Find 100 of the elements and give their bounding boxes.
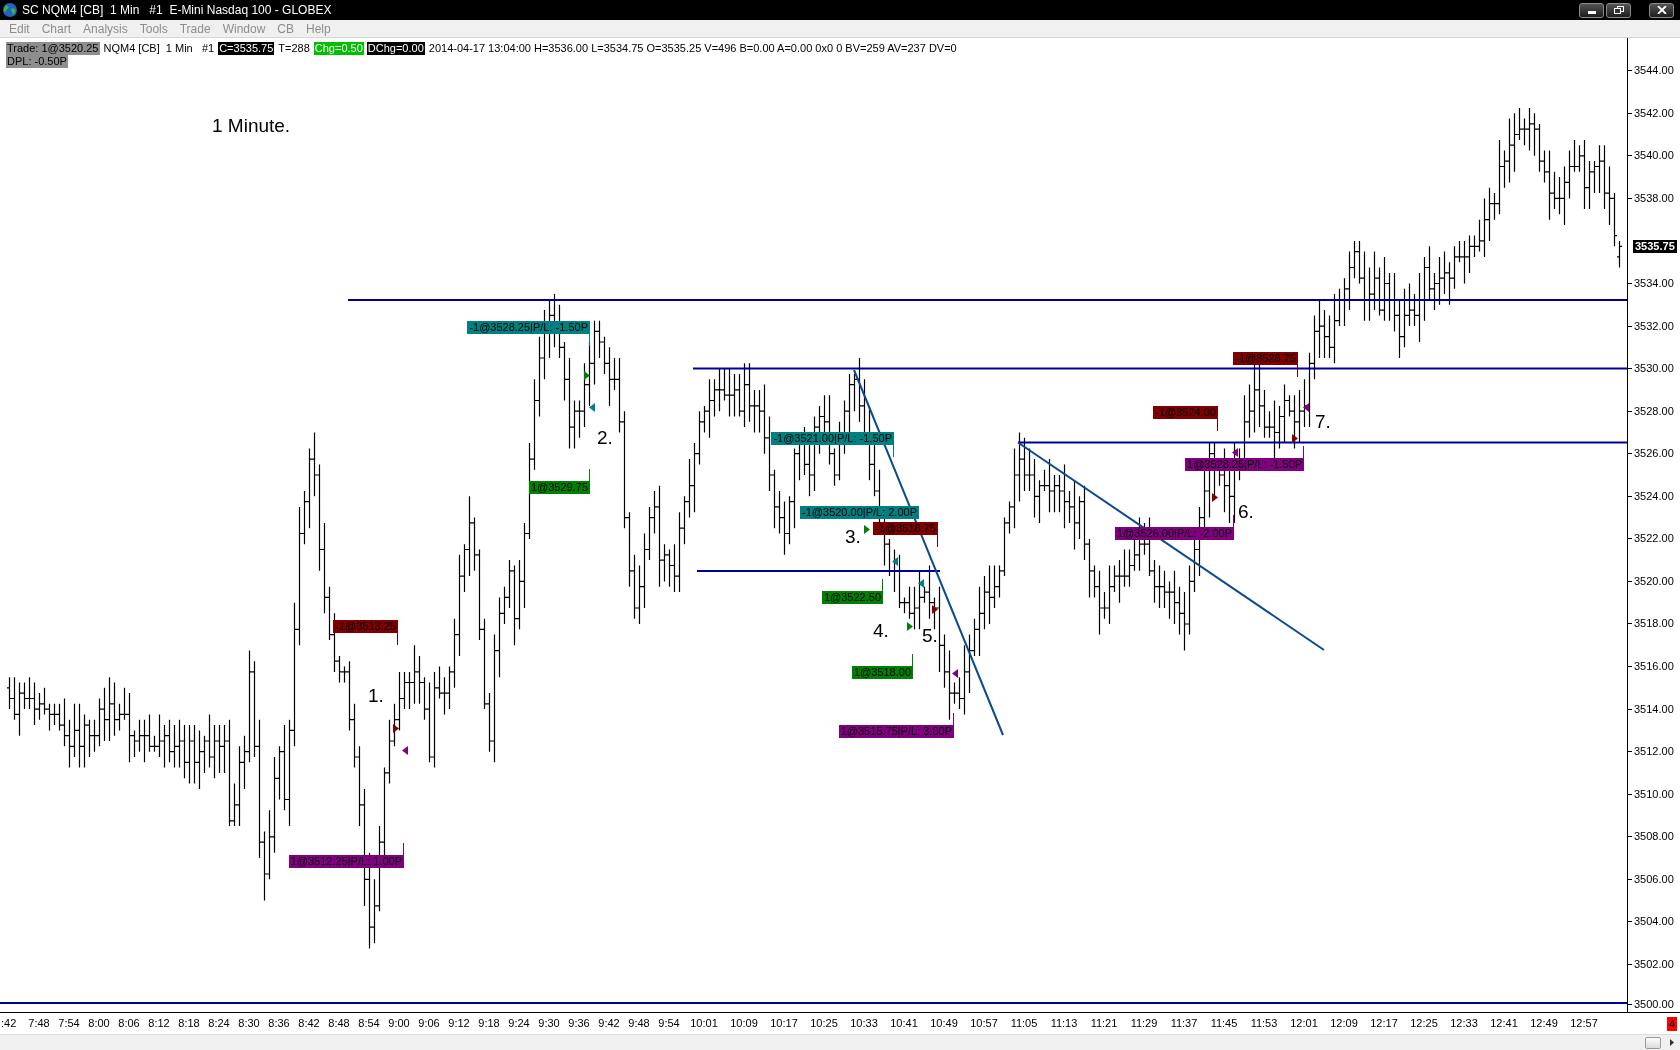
time-axis-label: 8:24	[208, 1017, 230, 1030]
close-icon	[1656, 6, 1667, 14]
price-axis-label: 3530.00	[1628, 362, 1674, 376]
step-number: 4.	[873, 620, 889, 642]
price-axis-label: 3516.00	[1628, 660, 1674, 674]
price-axis-label: 3542.00	[1628, 106, 1674, 120]
time-axis-label: 12:17	[1370, 1017, 1398, 1030]
price-axis-label: 3526.00	[1628, 447, 1674, 461]
quote-info-tag: DChg=0.00	[366, 42, 425, 55]
trade-label: -1@3528.25|P/L: -1.50P	[467, 321, 590, 334]
time-axis-label: 11:53	[1250, 1017, 1278, 1030]
time-axis-label: 9:36	[568, 1017, 590, 1030]
minimize-button[interactable]	[1579, 2, 1604, 18]
trade-label: -1@3521.00|P/L: -1.50P	[771, 432, 894, 445]
price-axis-label: 3544.00	[1628, 64, 1674, 78]
price-axis-label: 3518.00	[1628, 617, 1674, 631]
globe-icon	[3, 3, 17, 17]
time-axis-label: 11:37	[1170, 1017, 1198, 1030]
trade-label: -1@3520.00|P/L: 2.00P	[800, 506, 919, 519]
price-axis-label: 3540.00	[1628, 149, 1674, 163]
step-number: 6.	[1238, 501, 1254, 523]
right-arrow-icon	[1670, 1039, 1674, 1046]
time-axis-label: 12:33	[1450, 1017, 1478, 1030]
price-axis-label: 3512.00	[1628, 745, 1674, 759]
time-axis-label: 9:48	[628, 1017, 650, 1030]
price-axis-label: 3506.00	[1628, 872, 1674, 886]
price-axis-label: 3504.00	[1628, 915, 1674, 929]
price-axis-label: 3524.00	[1628, 489, 1674, 503]
time-axis-label: 11:21	[1090, 1017, 1118, 1030]
time-axis-label: :42	[1, 1017, 17, 1030]
time-axis-label: 8:12	[148, 1017, 170, 1030]
time-axis-label: 9:12	[448, 1017, 470, 1030]
price-axis-label: 3514.00	[1628, 702, 1674, 716]
current-price-tag: 3535.75	[1633, 239, 1677, 253]
time-axis-label: 7:54	[58, 1017, 80, 1030]
time-axis-label: 12:01	[1290, 1017, 1318, 1030]
quote-info-tag: DPL: -0.50P	[6, 55, 68, 68]
trade-label: 1@3518.00	[851, 666, 913, 679]
time-axis-label: 8:42	[298, 1017, 320, 1030]
time-axis-label: 11:13	[1050, 1017, 1078, 1030]
trade-label: -1@3524.00	[1153, 406, 1218, 419]
price-axis-label: 3528.00	[1628, 404, 1674, 418]
quote-info-tag: C=3535.75	[218, 42, 275, 55]
trade-label: 1@3529.75	[528, 481, 590, 494]
time-axis-label: 12:41	[1490, 1017, 1518, 1030]
time-axis-label: 8:06	[118, 1017, 140, 1030]
time-axis-label: 12:25	[1410, 1017, 1438, 1030]
trade-label: 1@3515.75|P/L: 3.00P	[838, 725, 954, 738]
time-axis-label: 8:36	[268, 1017, 290, 1030]
time-axis-label: 9:54	[658, 1017, 680, 1030]
time-axis-label: 8:48	[328, 1017, 350, 1030]
step-number: 1.	[368, 685, 384, 707]
trade-label: -1@3518.75	[873, 522, 938, 535]
time-axis-label: 8:30	[238, 1017, 260, 1030]
restore-button[interactable]	[1606, 2, 1631, 18]
time-axis-label: 8:54	[358, 1017, 380, 1030]
time-axis-label: 12:57	[1570, 1017, 1598, 1030]
trade-label: -1@3513.25	[333, 620, 398, 633]
price-axis-label: 3500.00	[1628, 998, 1674, 1011]
time-axis-label: 10:09	[730, 1017, 758, 1030]
close-button[interactable]	[1649, 2, 1674, 18]
time-axis-label: 9:24	[508, 1017, 530, 1030]
step-number: 7.	[1315, 411, 1331, 433]
quote-info-text: T=288	[277, 42, 311, 55]
alert-count: 4	[1666, 1016, 1677, 1031]
price-axis-label: 3508.00	[1628, 830, 1674, 844]
price-axis-label: 3522.00	[1628, 532, 1674, 546]
trade-label: 1@3512.25|P/L: 1.00P	[288, 855, 404, 868]
quote-info-text: NQM4 [CB] 1 Min #1	[102, 42, 216, 55]
step-number: 2.	[597, 427, 613, 449]
time-axis-label: 9:00	[388, 1017, 410, 1030]
time-axis-label: 8:18	[178, 1017, 200, 1030]
time-axis-label: 9:30	[538, 1017, 560, 1030]
time-axis-label: 8:00	[88, 1017, 110, 1030]
time-axis-label: 10:01	[690, 1017, 718, 1030]
time-axis-label: 10:33	[850, 1017, 878, 1030]
price-axis-label: 3538.00	[1628, 191, 1674, 205]
price-axis-label: 3534.00	[1628, 277, 1674, 290]
trade-label: 1@3522.50	[821, 591, 883, 604]
time-axis-label: 11:05	[1010, 1017, 1038, 1030]
time-axis-label: 9:06	[418, 1017, 440, 1030]
quote-info-text: 2014-04-17 13:04:00 H=3536.00 L=3534.75 O=3535.25 V=496 B=0.00 A=0.00 0x0 0 BV=259 AV=237 DV=0	[427, 42, 958, 55]
price-axis-label: 3532.00	[1628, 319, 1674, 333]
quote-info-tag: Trade: 1@3520.25	[6, 42, 100, 55]
restore-icon	[1613, 6, 1624, 14]
trade-label: -1@3526.75	[1233, 352, 1298, 365]
price-axis-label: 3502.00	[1628, 957, 1674, 971]
time-axis-label: 7:48	[28, 1017, 50, 1030]
time-axis-label: 10:17	[770, 1017, 798, 1030]
time-axis-label: 10:25	[810, 1017, 838, 1030]
time-axis-label: 12:09	[1330, 1017, 1358, 1030]
quote-info-tag: Chg=0.50	[313, 42, 364, 55]
step-number: 3.	[845, 526, 861, 548]
scroll-thumb[interactable]	[1645, 1036, 1661, 1049]
step-number: 5.	[922, 625, 938, 647]
window-title: SC NQM4 [CB] 1 Min #1 E-Mini Nasdaq 100 - GLOBEX	[22, 2, 333, 18]
chart-title: 1 Minute.	[212, 115, 291, 137]
price-axis-label: 3520.00	[1628, 574, 1674, 588]
time-axis-label: 11:45	[1210, 1017, 1238, 1030]
time-axis-label: 9:18	[478, 1017, 500, 1030]
